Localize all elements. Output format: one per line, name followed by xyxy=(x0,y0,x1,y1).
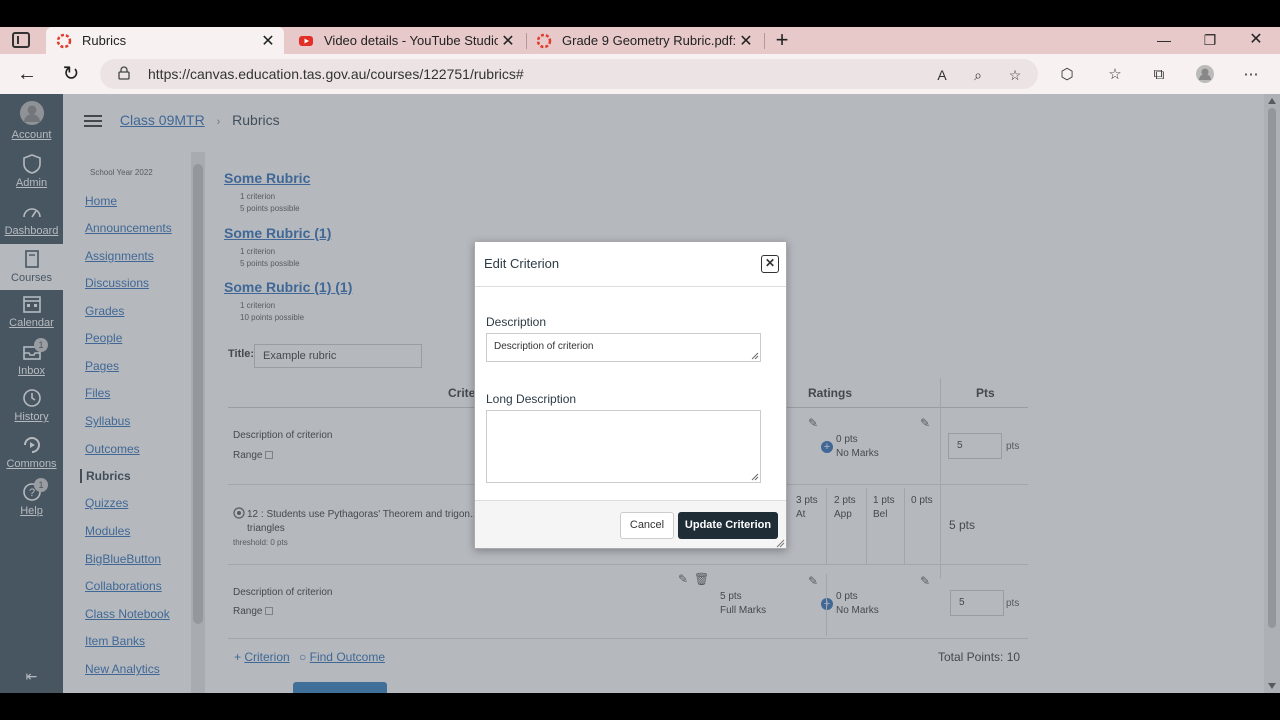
new-tab-plus-icon[interactable]: + xyxy=(772,28,792,52)
dialog-title: Edit Criterion xyxy=(484,256,560,271)
browser-tab-strip: Rubrics ✕ Video details - YouTube Studio… xyxy=(0,27,1280,54)
youtube-logo-icon xyxy=(299,35,313,46)
long-description-label: Long Description xyxy=(486,392,577,406)
add-favorite-icon[interactable]: ☆ xyxy=(1005,65,1025,85)
browser-toolbar: ← ↻ https://canvas.education.tas.gov.au/… xyxy=(0,54,1280,94)
description-input[interactable]: Description of criterion xyxy=(486,333,761,362)
screen-bottom-border xyxy=(0,693,1280,720)
canvas-logo-icon xyxy=(56,33,72,48)
tab-rubrics[interactable]: Rubrics ✕ xyxy=(46,27,284,54)
back-arrow-icon[interactable]: ← xyxy=(14,62,40,86)
cancel-button[interactable]: Cancel xyxy=(620,512,674,539)
long-description-input[interactable] xyxy=(486,410,761,483)
close-tab-icon[interactable]: ✕ xyxy=(498,31,518,51)
read-aloud-icon[interactable]: A xyxy=(932,65,952,85)
dialog-footer: Cancel Update Criterion xyxy=(475,500,786,548)
zoom-icon[interactable]: ⌕ xyxy=(968,65,988,85)
url-text[interactable]: https://canvas.education.tas.gov.au/cour… xyxy=(148,66,524,82)
profile-avatar-icon[interactable] xyxy=(1194,64,1216,86)
tab-separator xyxy=(764,33,765,49)
close-window-icon[interactable]: ✕ xyxy=(1236,29,1276,51)
resize-grip-icon[interactable] xyxy=(751,352,759,360)
canvas-logo-icon xyxy=(536,33,552,48)
screen-top-border xyxy=(0,0,1280,27)
resize-grip-icon[interactable] xyxy=(751,473,759,481)
close-tab-icon[interactable]: ✕ xyxy=(736,31,756,51)
tab-geometry-rubric-pdf[interactable]: Grade 9 Geometry Rubric.pdf: 09 ✕ xyxy=(526,27,762,54)
tab-title: Grade 9 Geometry Rubric.pdf: 09 xyxy=(562,33,736,48)
address-bar[interactable]: https://canvas.education.tas.gov.au/cour… xyxy=(100,59,1038,89)
tab-youtube-studio[interactable]: Video details - YouTube Studio ✕ xyxy=(288,27,524,54)
favorites-icon[interactable]: ☆ xyxy=(1104,64,1126,86)
update-criterion-button[interactable]: Update Criterion xyxy=(678,512,778,539)
extensions-icon[interactable]: ⬡ xyxy=(1056,64,1078,86)
close-icon[interactable]: ✕ xyxy=(761,255,779,273)
description-label: Description xyxy=(486,315,547,329)
tab-title: Rubrics xyxy=(82,33,127,48)
close-tab-icon[interactable]: ✕ xyxy=(258,31,278,51)
collections-icon[interactable]: ⧉ xyxy=(1148,64,1170,86)
refresh-icon[interactable]: ↻ xyxy=(58,62,84,86)
tab-actions-icon[interactable] xyxy=(12,32,30,48)
minimize-icon[interactable]: — xyxy=(1144,29,1184,51)
dialog-header: Edit Criterion ✕ xyxy=(475,242,786,287)
restore-icon[interactable]: ❐ xyxy=(1190,29,1230,51)
dialog-resize-grip-icon[interactable] xyxy=(776,539,785,548)
canvas-page: Account Admin Dashboard Courses Calendar… xyxy=(0,94,1280,693)
tab-title: Video details - YouTube Studio xyxy=(324,33,498,48)
lock-icon[interactable] xyxy=(118,66,130,80)
more-menu-icon[interactable]: ⋯ xyxy=(1240,64,1262,86)
edit-criterion-dialog: Edit Criterion ✕ Description Description… xyxy=(474,241,787,549)
